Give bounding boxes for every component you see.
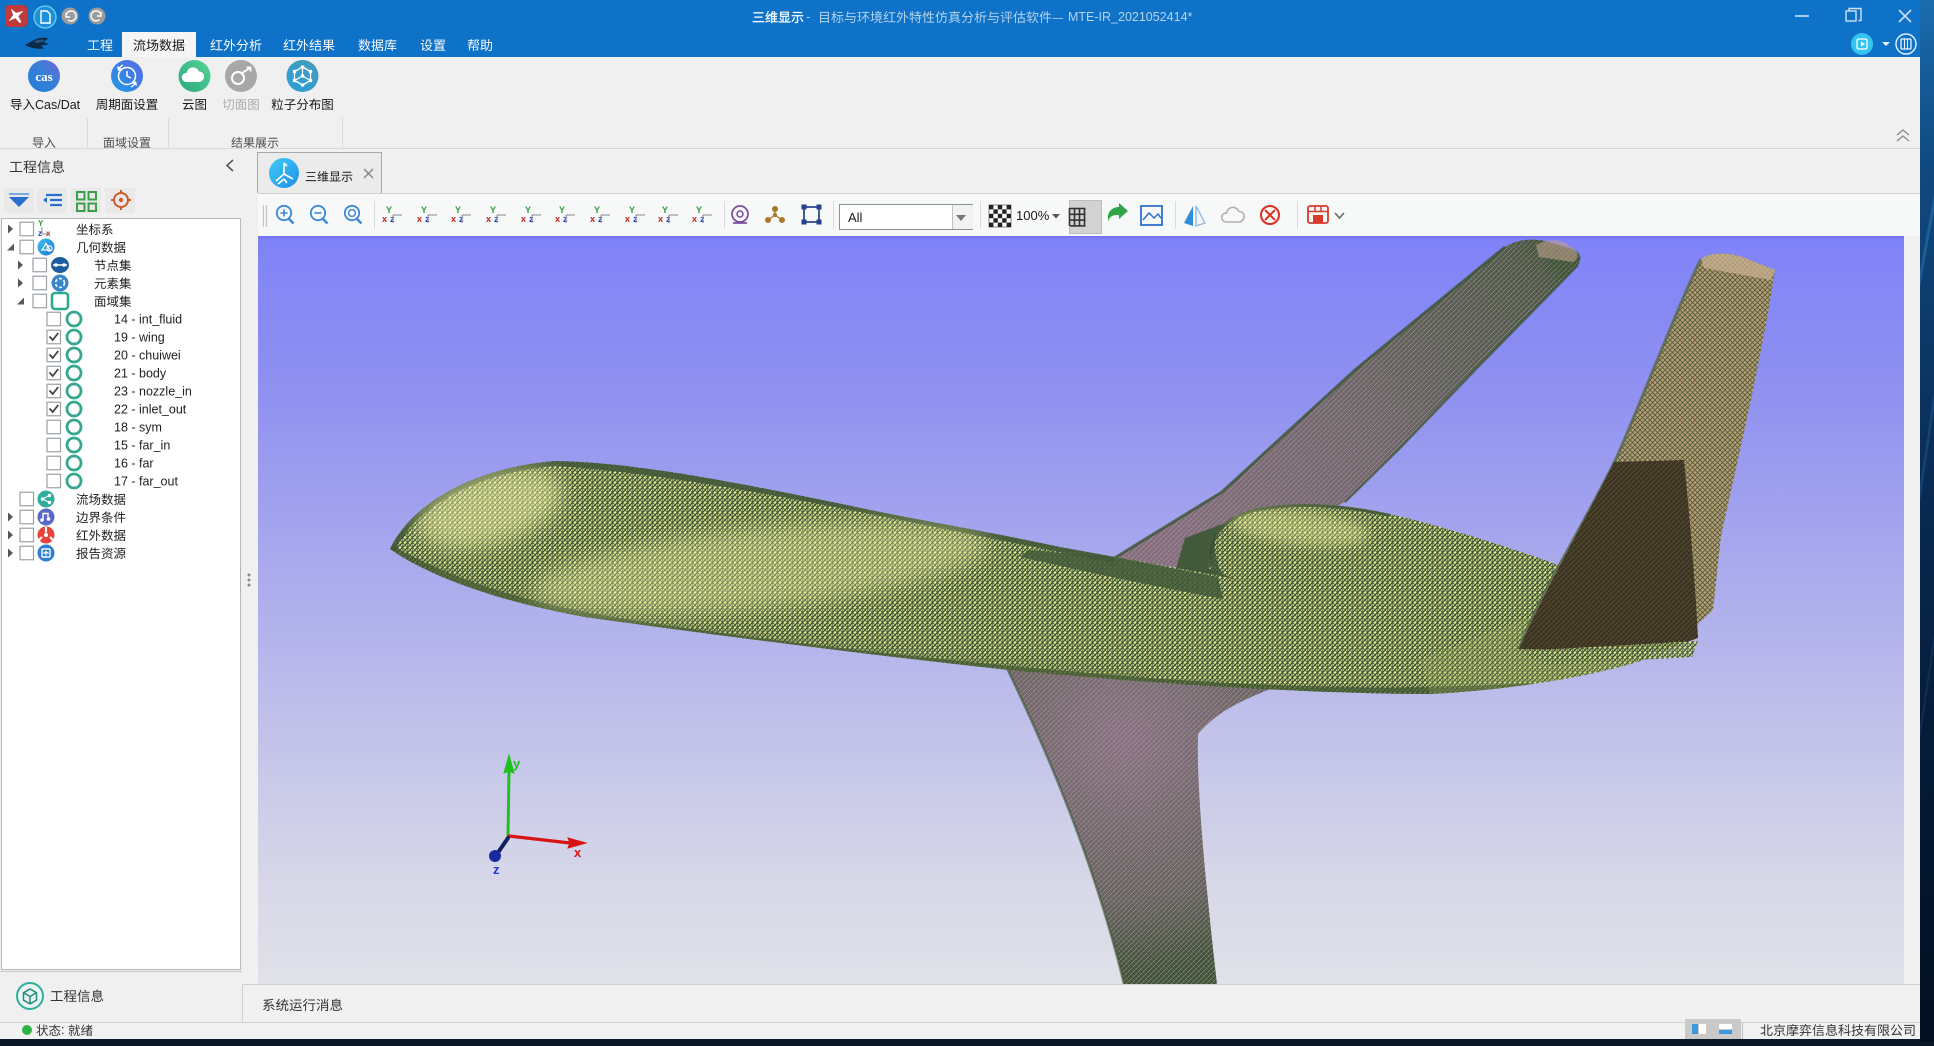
svg-text:z: z bbox=[38, 229, 42, 238]
svg-text:Y: Y bbox=[455, 205, 461, 215]
svg-text:17 - far_out: 17 - far_out bbox=[114, 475, 178, 489]
svg-text:x: x bbox=[658, 214, 663, 224]
svg-text:19 - wing: 19 - wing bbox=[114, 331, 165, 345]
svg-text:x: x bbox=[486, 214, 491, 224]
svg-text:18 - sym: 18 - sym bbox=[114, 421, 162, 435]
svg-text:21 - body: 21 - body bbox=[114, 367, 167, 381]
svg-text:Y: Y bbox=[490, 205, 496, 215]
svg-text:x: x bbox=[521, 214, 526, 224]
svg-text:Y: Y bbox=[38, 219, 44, 228]
svg-text:Y: Y bbox=[696, 205, 702, 215]
svg-text:22 - inlet_out: 22 - inlet_out bbox=[114, 403, 187, 417]
svg-text:x: x bbox=[590, 214, 595, 224]
svg-text:cas: cas bbox=[35, 69, 52, 84]
svg-text:23 - nozzle_in: 23 - nozzle_in bbox=[114, 385, 192, 399]
svg-text:x: x bbox=[451, 214, 456, 224]
svg-text:15 - far_in: 15 - far_in bbox=[114, 439, 170, 453]
svg-text:Y: Y bbox=[525, 205, 531, 215]
svg-text:Y: Y bbox=[559, 205, 565, 215]
svg-text:Y: Y bbox=[594, 205, 600, 215]
svg-text:16 - far: 16 - far bbox=[114, 457, 154, 471]
svg-text:Y: Y bbox=[421, 205, 427, 215]
svg-text:20 - chuiwei: 20 - chuiwei bbox=[114, 349, 181, 363]
svg-text:x: x bbox=[382, 214, 387, 224]
svg-text:x: x bbox=[417, 214, 422, 224]
svg-text:-: - bbox=[806, 9, 810, 24]
svg-text:x: x bbox=[625, 214, 630, 224]
svg-text:x: x bbox=[692, 214, 697, 224]
svg-text:x: x bbox=[555, 214, 560, 224]
svg-text:Cas/Dat: Cas/Dat bbox=[35, 98, 81, 112]
svg-text:100%: 100% bbox=[1016, 208, 1050, 223]
svg-text:Y: Y bbox=[662, 205, 668, 215]
svg-text:14 - int_fluid: 14 - int_fluid bbox=[114, 313, 182, 327]
svg-text:Y: Y bbox=[629, 205, 635, 215]
svg-text:Y: Y bbox=[386, 205, 392, 215]
